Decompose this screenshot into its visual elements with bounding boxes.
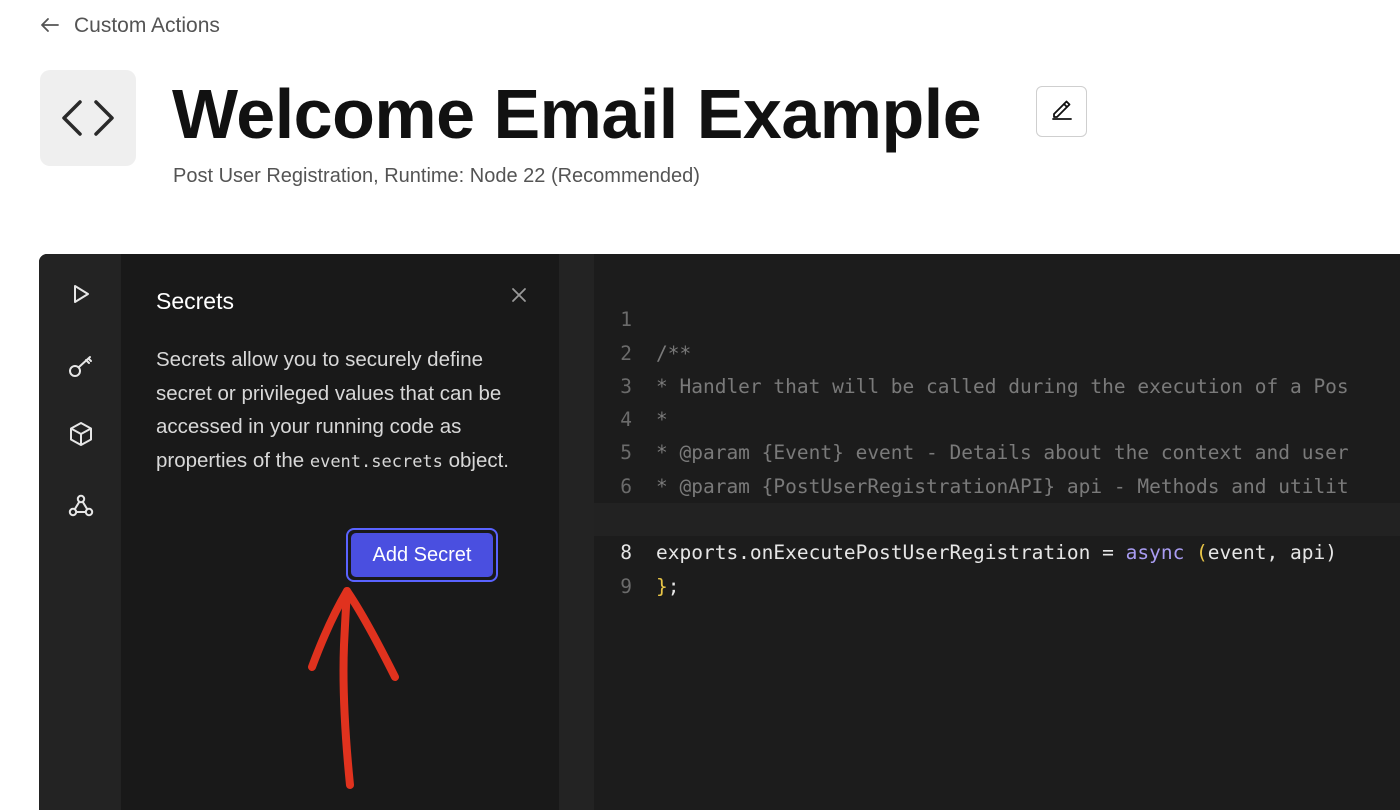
breadcrumb-label[interactable]: Custom Actions (74, 14, 220, 38)
code-icon (40, 70, 136, 166)
pencil-icon (1050, 97, 1074, 126)
code-line[interactable]: 4 * @param {Event} event - Details about… (594, 370, 1400, 464)
close-panel-button[interactable] (506, 284, 532, 310)
panel-description: Secrets allow you to securely define sec… (156, 343, 536, 479)
code-editor-area: Secrets Secrets allow you to securely de… (39, 254, 1400, 810)
key-icon (67, 352, 95, 385)
breadcrumb[interactable]: Custom Actions (40, 14, 220, 38)
code-editor[interactable]: 1 /** 2 * Handler that will be called du… (594, 254, 1400, 810)
code-line[interactable]: 1 /** (594, 270, 1400, 364)
side-rail (39, 254, 121, 810)
dependencies-button[interactable] (61, 416, 101, 456)
panel-title: Secrets (156, 288, 234, 314)
integrations-button[interactable] (61, 487, 101, 527)
webhook-icon (67, 491, 95, 524)
add-secret-button[interactable]: Add Secret (351, 533, 493, 577)
code-line[interactable]: 2 * Handler that will be called during t… (594, 303, 1400, 398)
panel-description-end: object. (442, 448, 510, 472)
page-subtitle: Post User Registration, Runtime: Node 22… (173, 165, 700, 187)
package-icon (67, 420, 95, 453)
panel-description-code: event.secrets (309, 451, 443, 472)
page-title: Welcome Email Example (172, 75, 982, 153)
secrets-button[interactable] (61, 348, 101, 388)
active-code-line[interactable]: 8 }; (594, 503, 1400, 598)
page: Custom Actions Welcome Email Example Pos… (0, 0, 1400, 810)
code-line[interactable]: 9 (594, 536, 1400, 598)
code-line[interactable]: 5 * @param {PostUserRegistrationAPI} api… (594, 403, 1400, 497)
close-icon (511, 287, 527, 308)
code-line[interactable]: 7 exports.onExecutePostUserRegistration … (594, 470, 1400, 564)
panel-divider[interactable] (559, 254, 594, 810)
edit-button[interactable] (1036, 86, 1087, 137)
play-icon (70, 283, 92, 310)
code-line[interactable]: 6 */ (594, 437, 1400, 531)
add-secret-focus-ring: Add Secret (346, 528, 498, 582)
test-run-button[interactable] (61, 276, 101, 316)
line-number: 9 (620, 574, 632, 598)
back-arrow-icon (40, 15, 60, 37)
code-line[interactable]: 3 * (594, 337, 1400, 431)
annotation-arrow (308, 587, 399, 789)
